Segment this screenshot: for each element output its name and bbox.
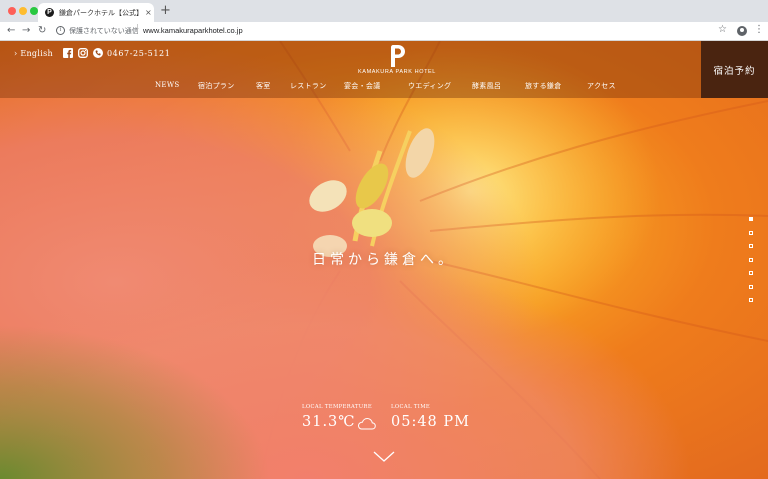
site-logo[interactable]: KAMAKURA PARK HOTEL [357,45,437,77]
window-zoom-button[interactable] [30,7,38,15]
url-input[interactable]: www.kamakuraparkhotel.co.jp [143,26,243,35]
cloud-icon [357,417,376,430]
facebook-icon[interactable] [62,48,73,58]
slide-dot-3[interactable] [749,244,753,248]
slide-dot-2[interactable] [749,230,753,235]
nav-item-wedding[interactable]: ウエディング [408,81,451,91]
back-icon[interactable]: ← [7,24,15,38]
menu-kebab-icon[interactable]: ⋮ [754,24,764,35]
nav-item-restaurant[interactable]: レストラン [290,81,327,91]
phone-icon[interactable] [92,48,103,58]
instagram-icon[interactable] [77,48,88,58]
nav-item-rooms[interactable]: 客室 [256,81,271,91]
browser-tab[interactable]: P 鎌倉パークホテル【公式】| KAMAKURA × [38,3,154,22]
logo-wordmark: KAMAKURA PARK HOTEL [358,69,436,75]
nav-item-news[interactable]: NEWS [155,81,179,89]
profile-icon[interactable] [737,26,747,36]
phone-number[interactable]: 0467-25-5121 [107,49,171,58]
window-close-button[interactable] [8,7,16,15]
forward-icon[interactable]: → [22,24,30,38]
reload-icon[interactable]: ↻ [38,24,46,38]
english-link[interactable]: › English [14,49,53,58]
bookmark-star-icon[interactable]: ☆ [718,24,727,35]
url-divider: | [136,24,140,34]
nav-item-enzyme-bath[interactable]: 酵素風呂 [472,81,501,91]
hero-section: › English 0467-25-5121 KAMAKURA PARK HOT… [0,41,768,479]
temperature-label: LOCAL TEMPERATURE [302,404,373,410]
hero-tagline: 日常から鎌倉へ。 [312,252,456,268]
address-bar: ← → ↻ i 保護されていない通信 | www.kamakuraparkhot… [0,22,768,41]
nav-item-plans[interactable]: 宿泊プラン [198,81,235,91]
slide-dot-6[interactable] [749,284,753,289]
reserve-button[interactable]: 宿泊予約 [701,41,768,98]
info-icon[interactable]: i [56,26,65,35]
global-nav: NEWS 宿泊プラン 客室 レストラン 宴会・会議 ウエディング 酵素風呂 旅す… [150,81,620,93]
temperature-value: 31.3℃ [302,414,356,430]
slide-dot-7[interactable] [749,298,753,302]
nav-item-access[interactable]: アクセス [587,81,616,91]
new-tab-button[interactable]: + [160,3,171,19]
header-utility: › English 0467-25-5121 [14,48,170,58]
slide-dot-1[interactable] [749,217,753,221]
security-status[interactable]: 保護されていない通信 [69,26,139,36]
time-value: 05:48 PM [391,414,470,430]
slide-dot-4[interactable] [749,257,753,262]
nav-item-banquet[interactable]: 宴会・会議 [344,81,381,91]
time-label: LOCAL TIME [391,404,431,410]
favicon-icon: P [45,8,54,17]
scroll-down-chevron-icon[interactable] [373,451,395,463]
logo-p-mark [391,45,405,67]
window-minimize-button[interactable] [19,7,27,15]
slide-dot-5[interactable] [749,271,753,275]
nav-item-kamakura-travel[interactable]: 旅する鎌倉 [525,81,562,91]
tab-close-button[interactable]: × [145,8,152,17]
tab-title: 鎌倉パークホテル【公式】| KAMAKURA [59,8,143,17]
browser-tab-bar: P 鎌倉パークホテル【公式】| KAMAKURA × + [0,0,768,22]
